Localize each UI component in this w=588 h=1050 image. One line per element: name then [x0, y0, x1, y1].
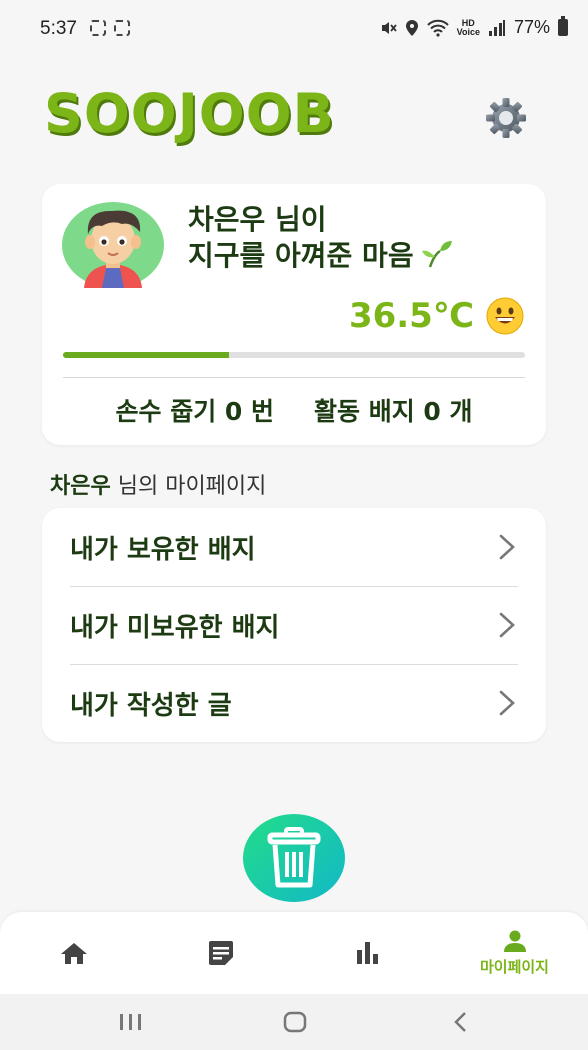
mypage-menu: 내가 보유한 배지 내가 미보유한 배지 내가 작성한 글	[42, 508, 546, 742]
menu-item-label: 내가 보유한 배지	[70, 534, 256, 565]
menu-item-my-posts[interactable]: 내가 작성한 글	[70, 664, 518, 742]
recent-apps-icon[interactable]	[110, 1008, 150, 1036]
gear-icon	[486, 98, 526, 138]
trash-can-icon	[267, 827, 321, 888]
temperature-row: 36.5℃	[349, 296, 524, 336]
section-title-suffix: 님의 마이페이지	[110, 474, 267, 499]
settings-button[interactable]	[484, 96, 528, 140]
menu-item-label: 내가 작성한 글	[70, 690, 232, 721]
temperature-progress-bar	[63, 352, 525, 358]
nav-mypage[interactable]: 마이페이지	[441, 912, 588, 994]
back-icon[interactable]	[440, 1008, 480, 1036]
nav-mypage-label: 마이페이지	[479, 957, 549, 976]
app-logo: SOOJOOB	[44, 82, 335, 145]
home-icon	[60, 943, 87, 964]
chevron-right-icon	[499, 690, 515, 716]
chevron-right-icon	[499, 534, 515, 560]
chevron-right-icon	[499, 612, 515, 638]
battery-percent: 77%	[513, 17, 550, 37]
mute-icon	[381, 21, 397, 34]
location-icon	[405, 19, 418, 36]
hd-voice-icon: HD Voice	[456, 17, 480, 37]
bar-chart-icon	[356, 942, 378, 964]
bottom-navigation: 마이페이지	[0, 912, 588, 994]
screenshot-icon	[90, 20, 106, 36]
signal-icon	[488, 19, 505, 36]
home-button-icon[interactable]	[275, 1008, 315, 1036]
status-notification-icons	[90, 20, 130, 36]
trash-fab-button[interactable]	[243, 814, 345, 902]
status-right: HD Voice 77%	[379, 16, 568, 38]
pickup-count: 손수 줍기 0 번	[115, 397, 274, 426]
temperature-progress-fill	[63, 352, 230, 358]
menu-item-label: 내가 미보유한 배지	[70, 612, 280, 643]
nav-stats[interactable]	[294, 912, 441, 994]
divider	[63, 377, 525, 378]
person-icon	[503, 930, 526, 952]
menu-item-owned-badges[interactable]: 내가 보유한 배지	[70, 508, 518, 586]
system-navigation-bar	[0, 994, 588, 1050]
temperature-value: 36.5℃	[348, 296, 474, 336]
screen-record-icon	[114, 20, 130, 36]
battery-icon	[558, 16, 568, 36]
badge-count: 활동 배지 0 개	[314, 397, 473, 426]
document-icon	[208, 941, 233, 965]
status-bar: 5:37 HD Voice 77%	[0, 0, 588, 60]
menu-item-unowned-badges[interactable]: 내가 미보유한 배지	[70, 586, 518, 664]
mypage-section-title: 차은우 님의 마이페이지	[50, 468, 266, 500]
wifi-icon	[426, 19, 449, 37]
smiling-face-icon	[486, 297, 524, 335]
sprout-icon	[421, 241, 452, 268]
stats-row: 손수 줍기 0 번 활동 배지 0 개	[42, 392, 546, 428]
nav-home[interactable]	[0, 912, 147, 994]
avatar	[62, 202, 164, 288]
greeting-subtitle-text: 지구를 아껴준 마음	[188, 239, 414, 272]
profile-card: 차은우 님이 지구를 아껴준 마음 36.5℃ 손수 줍기 0 번 활동 배지 …	[42, 184, 546, 445]
greeting-title: 차은우 님이	[188, 203, 327, 236]
greeting-subtitle: 지구를 아껴준 마음	[188, 234, 454, 274]
nav-posts[interactable]	[147, 912, 294, 994]
user-name: 차은우	[50, 474, 111, 499]
status-time: 5:37	[40, 18, 77, 39]
